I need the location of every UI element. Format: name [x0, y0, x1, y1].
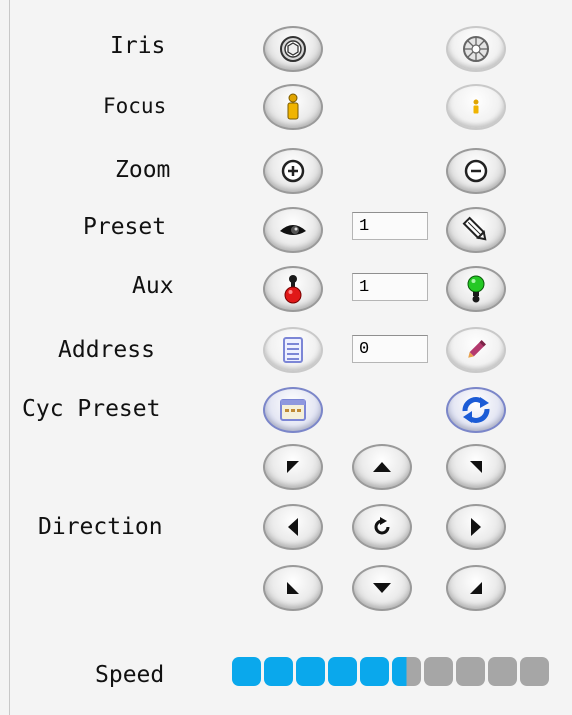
speed-label: Speed [95, 662, 165, 688]
arrow-up-icon [373, 462, 391, 472]
direction-up-button[interactable] [352, 444, 412, 490]
address-list-button[interactable] [263, 327, 323, 373]
address-label: Address [58, 337, 155, 363]
speed-segment[interactable] [232, 657, 261, 686]
aux-label: Aux [132, 273, 174, 299]
cyc-preset-window-button[interactable] [263, 387, 323, 433]
zoom-in-icon [281, 159, 305, 183]
direction-down-left-button[interactable] [263, 565, 323, 611]
focus-far-icon [473, 99, 479, 114]
preset-number-field[interactable] [352, 212, 428, 240]
ptz-control-panel: Iris Focus Zoom Preset Aux Address Cyc P… [0, 0, 572, 715]
preset-call-button[interactable] [263, 207, 323, 253]
rotate-icon [374, 517, 390, 535]
direction-up-left-button[interactable] [263, 444, 323, 490]
cyc-preset-label: Cyc Preset [22, 396, 161, 422]
panel-divider [9, 0, 10, 715]
aux-on-button[interactable] [446, 266, 506, 312]
speed-segment[interactable] [360, 657, 389, 686]
iris-close-icon [463, 36, 489, 62]
focus-near-button[interactable] [263, 84, 323, 130]
speed-segment[interactable] [296, 657, 325, 686]
preset-label: Preset [83, 214, 167, 240]
zoom-out-button[interactable] [446, 148, 506, 194]
address-number-field[interactable] [352, 335, 428, 363]
red-light-icon [284, 275, 302, 304]
refresh-icon [462, 397, 490, 423]
direction-right-button[interactable] [446, 504, 506, 550]
preset-set-button[interactable] [446, 207, 506, 253]
list-icon [283, 337, 303, 363]
zoom-out-icon [464, 159, 488, 183]
direction-down-right-button[interactable] [446, 565, 506, 611]
direction-down-button[interactable] [352, 565, 412, 611]
iris-open-icon [280, 36, 306, 62]
cyc-preset-cycle-button[interactable] [446, 387, 506, 433]
eye-icon [280, 225, 306, 235]
iris-open-button[interactable] [263, 26, 323, 72]
window-icon [280, 399, 306, 421]
speed-segment[interactable] [456, 657, 485, 686]
direction-auto-button[interactable] [352, 504, 412, 550]
speed-segment[interactable] [520, 657, 549, 686]
focus-far-button[interactable] [446, 84, 506, 130]
arrow-right-icon [471, 518, 481, 536]
speed-segment[interactable] [392, 657, 421, 686]
arrow-down-left-icon [287, 582, 299, 594]
direction-label: Direction [38, 514, 163, 540]
arrow-left-icon [288, 518, 298, 536]
green-light-icon [467, 275, 485, 303]
pencil-icon [462, 216, 487, 241]
arrow-up-right-icon [470, 461, 482, 473]
address-edit-button[interactable] [446, 327, 506, 373]
arrow-up-left-icon [287, 461, 299, 473]
iris-close-button[interactable] [446, 26, 506, 72]
arrow-down-icon [373, 583, 391, 593]
speed-segment[interactable] [488, 657, 517, 686]
zoom-label: Zoom [115, 157, 171, 183]
speed-segment[interactable] [424, 657, 453, 686]
speed-segment[interactable] [264, 657, 293, 686]
speed-segment[interactable] [328, 657, 357, 686]
arrow-down-right-icon [470, 582, 482, 594]
speed-slider[interactable] [232, 657, 552, 686]
focus-label: Focus [103, 94, 167, 118]
direction-left-button[interactable] [263, 504, 323, 550]
iris-label: Iris [110, 33, 166, 59]
focus-near-icon [287, 93, 299, 120]
aux-off-button[interactable] [263, 266, 323, 312]
pen-icon [468, 340, 486, 358]
zoom-in-button[interactable] [263, 148, 323, 194]
aux-number-field[interactable] [352, 273, 428, 301]
direction-up-right-button[interactable] [446, 444, 506, 490]
